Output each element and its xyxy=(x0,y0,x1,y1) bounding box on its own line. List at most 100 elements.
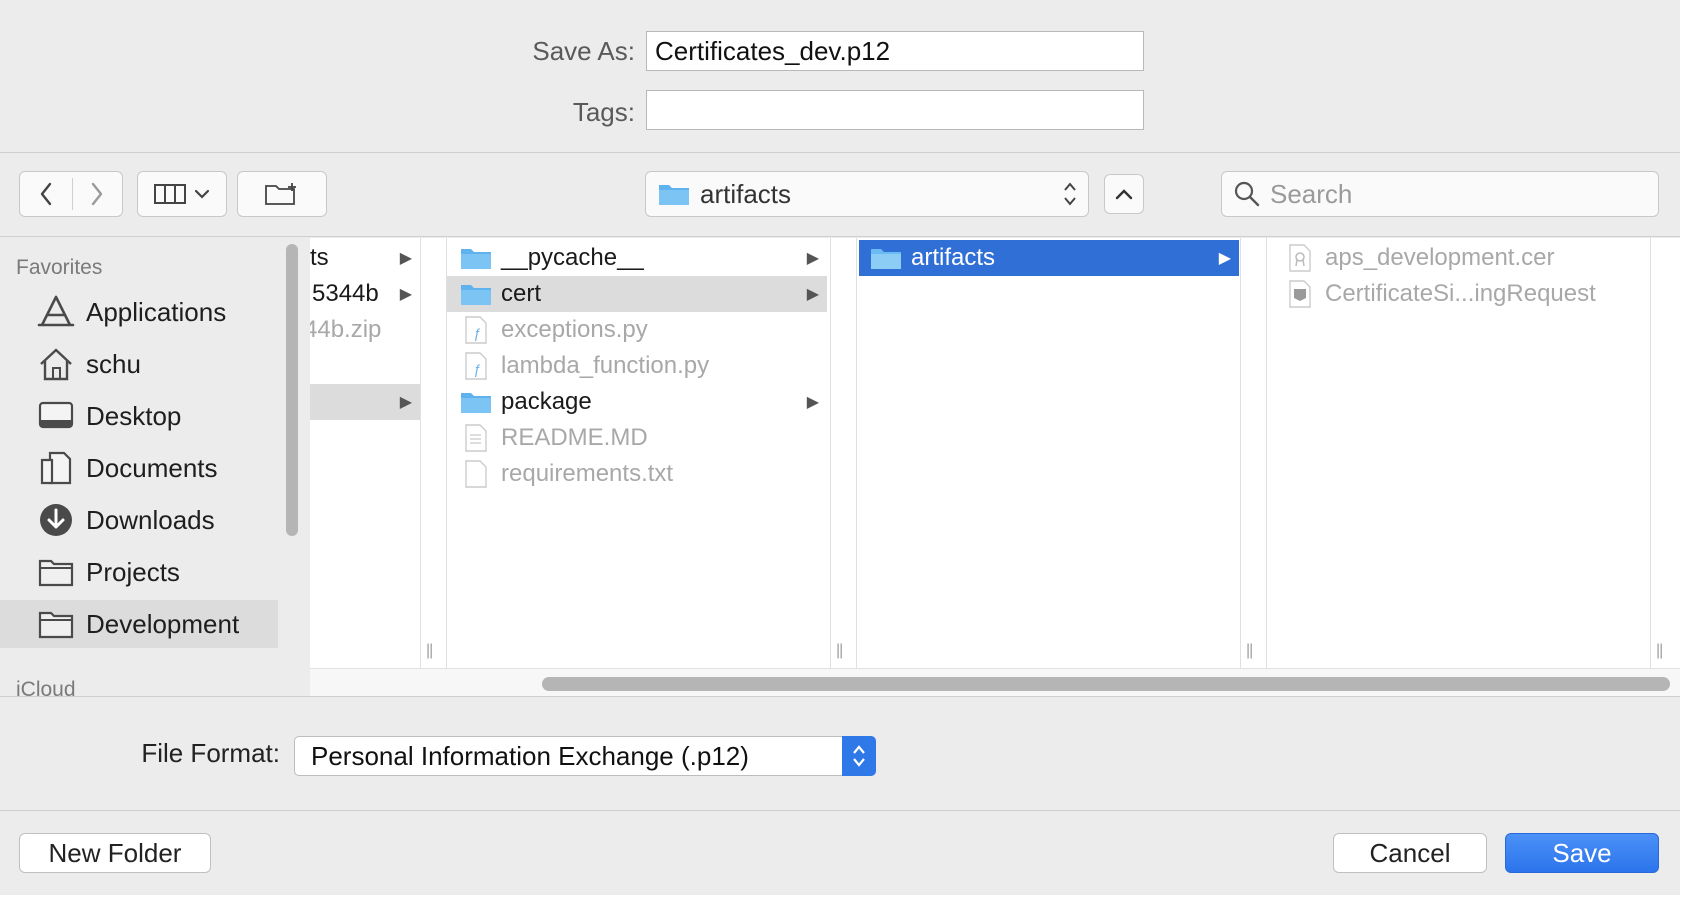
save-as-label: Save As: xyxy=(532,36,635,66)
folder-icon xyxy=(459,389,493,415)
column-3: aps_development.cer CertificateSi...ingR… xyxy=(1267,238,1647,668)
disclosure-arrow-icon: ▶ xyxy=(1218,250,1231,267)
column-1: __pycache__ ▶ cert ▶ ƒ exceptions.py ƒ l… xyxy=(447,238,827,668)
sidebar-scrollbar[interactable] xyxy=(286,244,298,536)
segment-divider xyxy=(72,178,73,210)
list-item[interactable]: ƒ exceptions.py xyxy=(447,312,827,348)
folder-icon xyxy=(34,609,78,639)
new-folder-toolbar-button[interactable] xyxy=(237,171,327,217)
updown-chevron-icon xyxy=(1064,182,1076,206)
back-button[interactable] xyxy=(20,172,71,216)
list-item[interactable]: 5344b ▶ xyxy=(310,276,420,312)
column-browser: rts ▶ 5344b ▶ 44b.zip ▶ || __pycache__ ▶ xyxy=(310,238,1680,696)
chevron-down-icon xyxy=(194,189,210,199)
item-label: CertificateSi...ingRequest xyxy=(1325,280,1596,307)
parent-folder-button[interactable] xyxy=(1104,174,1144,214)
column-divider xyxy=(830,238,831,668)
updown-chevron-icon xyxy=(842,736,876,776)
folder-icon xyxy=(459,245,493,271)
list-item[interactable]: package ▶ xyxy=(447,384,827,420)
folder-icon xyxy=(869,245,903,271)
column-divider xyxy=(856,238,857,668)
column-divider xyxy=(420,238,421,668)
column-resize-handle[interactable]: || xyxy=(1246,642,1253,660)
folder-icon xyxy=(34,557,78,587)
list-item[interactable]: ▶ xyxy=(310,384,420,420)
cancel-button[interactable]: Cancel xyxy=(1333,833,1487,873)
sidebar-item-development[interactable]: Development xyxy=(0,600,278,648)
sidebar-item-label: schu xyxy=(86,348,141,379)
browser-bottom-separator xyxy=(0,696,1680,697)
text-file-icon xyxy=(459,424,493,452)
list-item[interactable]: aps_development.cer xyxy=(1267,240,1647,276)
list-item[interactable]: ƒ lambda_function.py xyxy=(447,348,827,384)
sidebar-heading-favorites: Favorites xyxy=(16,256,103,279)
save-dialog: Save As: Certificates_dev.p12 Tags: arti… xyxy=(0,0,1680,895)
sidebar-heading-icloud: iCloud xyxy=(16,678,76,696)
list-item[interactable]: CertificateSi...ingRequest xyxy=(1267,276,1647,312)
item-label: README.MD xyxy=(501,424,648,451)
search-icon xyxy=(1234,181,1260,207)
disclosure-arrow-icon: ▶ xyxy=(806,286,819,303)
new-folder-button[interactable]: New Folder xyxy=(19,833,211,873)
disclosure-arrow-icon: ▶ xyxy=(399,250,412,267)
forward-button[interactable] xyxy=(71,172,122,216)
sidebar-item-desktop[interactable]: Desktop xyxy=(0,392,278,440)
text-file-icon xyxy=(459,460,493,488)
item-label: aps_development.cer xyxy=(1325,244,1555,271)
certificate-request-icon xyxy=(1283,280,1317,308)
list-item[interactable]: rts ▶ xyxy=(310,240,420,276)
bottom-separator xyxy=(0,810,1680,811)
sidebar-item-applications[interactable]: Applications xyxy=(0,288,278,336)
folder-icon xyxy=(659,185,689,205)
item-label: artifacts xyxy=(911,244,996,271)
background-edge xyxy=(1680,0,1688,900)
list-item[interactable]: README.MD xyxy=(447,420,827,456)
horizontal-scrollbar-track xyxy=(310,668,1680,696)
location-popup[interactable]: artifacts xyxy=(645,171,1089,217)
column-resize-handle[interactable]: || xyxy=(426,642,433,660)
item-label: lambda_function.py xyxy=(501,352,710,379)
list-item[interactable]: artifacts ▶ xyxy=(859,240,1239,276)
view-mode-button[interactable] xyxy=(137,171,227,217)
column-resize-handle[interactable]: || xyxy=(836,642,843,660)
save-button[interactable]: Save xyxy=(1505,833,1659,873)
search-field[interactable]: Search xyxy=(1221,171,1659,217)
list-item[interactable]: __pycache__ ▶ xyxy=(447,240,827,276)
sidebar-item-downloads[interactable]: Downloads xyxy=(0,496,278,544)
chevron-left-icon xyxy=(40,182,51,206)
certificate-icon xyxy=(1283,244,1317,272)
sidebar-item-label: Applications xyxy=(86,296,227,327)
tags-label: Tags: xyxy=(572,97,635,127)
column-divider xyxy=(1240,238,1241,668)
disclosure-arrow-icon: ▶ xyxy=(806,250,819,267)
item-label: package xyxy=(501,388,592,415)
home-icon xyxy=(34,347,78,381)
top-separator xyxy=(0,152,1680,153)
item-label: 44b.zip xyxy=(310,316,382,343)
tags-input[interactable] xyxy=(646,90,1144,130)
location-label: artifacts xyxy=(700,178,792,209)
save-as-input[interactable]: Certificates_dev.p12 xyxy=(646,31,1144,71)
columns-view-icon xyxy=(154,184,186,204)
sidebar-item-projects[interactable]: Projects xyxy=(0,548,278,596)
sidebar-item-label: Projects xyxy=(86,556,180,587)
column-divider xyxy=(1650,238,1651,668)
item-label: cert xyxy=(501,280,542,307)
sidebar-item-documents[interactable]: Documents xyxy=(0,444,278,492)
sidebar: Favorites Applications schu Desktop Docu… xyxy=(0,238,310,696)
column-resize-handle[interactable]: || xyxy=(1656,642,1663,660)
search-placeholder: Search xyxy=(1270,178,1353,209)
desktop-icon xyxy=(34,400,78,432)
back-forward-control xyxy=(19,171,123,217)
disclosure-arrow-icon: ▶ xyxy=(399,394,412,411)
item-label: 5344b xyxy=(312,280,379,307)
list-item[interactable]: requirements.txt xyxy=(447,456,827,492)
python-file-icon: ƒ xyxy=(459,316,493,344)
horizontal-scrollbar[interactable] xyxy=(542,677,1670,691)
list-item[interactable]: 44b.zip xyxy=(310,312,420,348)
sidebar-item-schu[interactable]: schu xyxy=(0,340,278,388)
file-format-popup[interactable]: Personal Information Exchange (.p12) xyxy=(294,736,876,776)
list-item[interactable]: cert ▶ xyxy=(447,276,827,312)
folder-icon xyxy=(459,281,493,307)
